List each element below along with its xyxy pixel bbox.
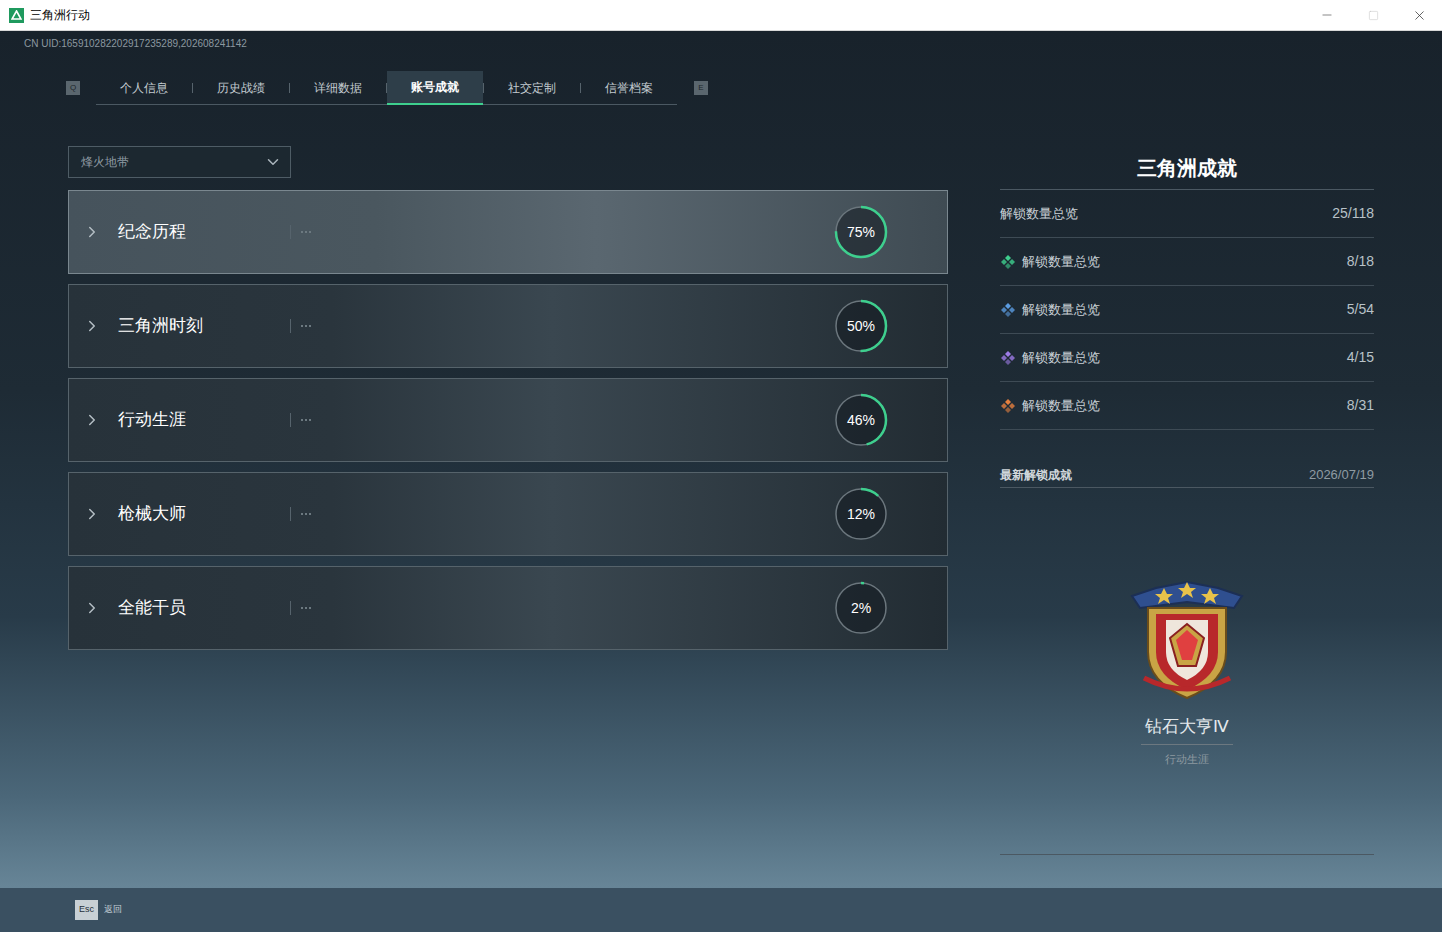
- row-divider: [290, 507, 291, 521]
- row-divider: [290, 601, 291, 615]
- tab[interactable]: 历史战绩: [193, 71, 289, 105]
- tab[interactable]: 社交定制: [484, 71, 580, 105]
- expand-chevron-icon: [83, 411, 101, 429]
- achievement-badge-icon: [1126, 574, 1248, 704]
- dots-icon: [301, 325, 311, 327]
- category-row[interactable]: 全能干员 2%: [68, 566, 948, 650]
- category-name: 纪念历程: [118, 219, 290, 245]
- tier-gem-icon: [1000, 350, 1016, 366]
- category-name: 行动生涯: [118, 407, 290, 433]
- next-tab-key[interactable]: E: [694, 81, 708, 95]
- row-divider: [290, 225, 291, 239]
- tier-gem-icon: [1000, 254, 1016, 270]
- progress-ring: 12%: [833, 486, 889, 542]
- title-bar: 三角洲行动: [0, 0, 1442, 31]
- category-row[interactable]: 行动生涯 46%: [68, 378, 948, 462]
- progress-percent: 75%: [847, 222, 875, 243]
- chevron-down-icon: [264, 153, 282, 171]
- window-title: 三角洲行动: [30, 6, 90, 24]
- category-name: 全能干员: [118, 595, 290, 621]
- tab[interactable]: 信誉档案: [581, 71, 677, 105]
- summary-count: 4/15: [1347, 347, 1374, 368]
- dots-icon: [301, 607, 311, 609]
- expand-chevron-icon: [83, 317, 101, 335]
- tab[interactable]: 详细数据: [290, 71, 386, 105]
- summary-row: 解锁数量总览 4/15: [1000, 334, 1374, 382]
- category-name: 三角洲时刻: [118, 313, 290, 339]
- game-screen: CN UID:165910282202917235289,20260824114…: [0, 31, 1442, 932]
- maximize-button[interactable]: [1350, 0, 1396, 31]
- dots-icon: [301, 513, 311, 515]
- summary-row: 解锁数量总览 8/18: [1000, 238, 1374, 286]
- row-divider: [290, 319, 291, 333]
- summary-count: 25/118: [1332, 203, 1374, 224]
- expand-chevron-icon: [83, 505, 101, 523]
- latest-header: 最新解锁成就 2026/07/19: [1000, 462, 1374, 488]
- progress-ring: 46%: [833, 392, 889, 448]
- summary-count: 8/31: [1347, 395, 1374, 416]
- latest-achievement[interactable]: 钻石大亨Ⅳ 行动生涯: [1000, 488, 1374, 855]
- progress-percent: 50%: [847, 316, 875, 337]
- summary-label: 解锁数量总览: [1022, 348, 1100, 368]
- achievement-category: 行动生涯: [1165, 751, 1209, 768]
- achievement-name: 钻石大亨Ⅳ: [1141, 714, 1233, 745]
- tier-gem-icon: [1000, 398, 1016, 414]
- summary-row: 解锁数量总览 8/31: [1000, 382, 1374, 430]
- expand-chevron-icon: [83, 599, 101, 617]
- bottom-bar: Esc 返回: [0, 888, 1442, 932]
- progress-percent: 46%: [847, 410, 875, 431]
- summary-row: 解锁数量总览 5/54: [1000, 286, 1374, 334]
- tab-bar: Q 个人信息历史战绩详细数据账号成就社交定制信誉档案 E: [66, 71, 1442, 105]
- summary-panel: 三角洲成就解锁数量总览25/118解锁数量总览8/18解锁数量总览5/54解锁数…: [1000, 146, 1374, 888]
- summary-label: 解锁数量总览: [1022, 252, 1100, 272]
- tier-gem-icon: [1000, 302, 1016, 318]
- progress-ring: 75%: [833, 204, 889, 260]
- category-row[interactable]: 纪念历程 75%: [68, 190, 948, 274]
- category-name: 枪械大师: [118, 501, 290, 527]
- summary-label: 解锁数量总览: [1022, 300, 1100, 320]
- tabs: 个人信息历史战绩详细数据账号成就社交定制信誉档案: [96, 71, 677, 105]
- mode-dropdown-value: 烽火地带: [81, 153, 129, 171]
- progress-percent: 2%: [851, 598, 871, 619]
- uid-label: CN UID:165910282202917235289,20260824114…: [0, 31, 1442, 51]
- category-row[interactable]: 枪械大师 12%: [68, 472, 948, 556]
- latest-label: 最新解锁成就: [1000, 466, 1072, 484]
- dots-icon: [301, 231, 311, 233]
- summary-count: 5/54: [1347, 299, 1374, 320]
- prev-tab-key[interactable]: Q: [66, 81, 80, 95]
- expand-chevron-icon: [83, 223, 101, 241]
- app-window: 三角洲行动 CN UID:165910282202917235289,202608…: [0, 0, 1442, 932]
- app-logo-icon: [9, 8, 24, 23]
- mode-dropdown[interactable]: 烽火地带: [68, 146, 291, 178]
- row-divider: [290, 413, 291, 427]
- tab[interactable]: 账号成就: [387, 71, 483, 105]
- summary-title: 三角洲成就: [1000, 146, 1374, 190]
- category-list: 纪念历程 75% 三角洲时刻 50% 行动生涯 46% 枪械大师 12% 全能干员 2%: [68, 190, 948, 650]
- latest-date: 2026/07/19: [1309, 465, 1374, 485]
- summary-label: 解锁数量总览: [1000, 204, 1078, 224]
- progress-ring: 50%: [833, 298, 889, 354]
- category-column: 烽火地带纪念历程 75% 三角洲时刻 50% 行动生涯 46% 枪械大师 12% 全能干员 2%: [68, 146, 948, 888]
- dots-icon: [301, 419, 311, 421]
- main-content: 烽火地带纪念历程 75% 三角洲时刻 50% 行动生涯 46% 枪械大师 12% 全能干员 2% 三…: [0, 146, 1442, 888]
- summary-count: 8/18: [1347, 251, 1374, 272]
- summary-label: 解锁数量总览: [1022, 396, 1100, 416]
- minimize-button[interactable]: [1304, 0, 1350, 31]
- progress-ring: 2%: [833, 580, 889, 636]
- tab[interactable]: 个人信息: [96, 71, 192, 105]
- close-button[interactable]: [1396, 0, 1442, 31]
- progress-percent: 12%: [847, 504, 875, 525]
- summary-row: 解锁数量总览 25/118: [1000, 190, 1374, 238]
- back-label[interactable]: 返回: [104, 903, 122, 917]
- esc-key[interactable]: Esc: [75, 900, 98, 920]
- category-row[interactable]: 三角洲时刻 50%: [68, 284, 948, 368]
